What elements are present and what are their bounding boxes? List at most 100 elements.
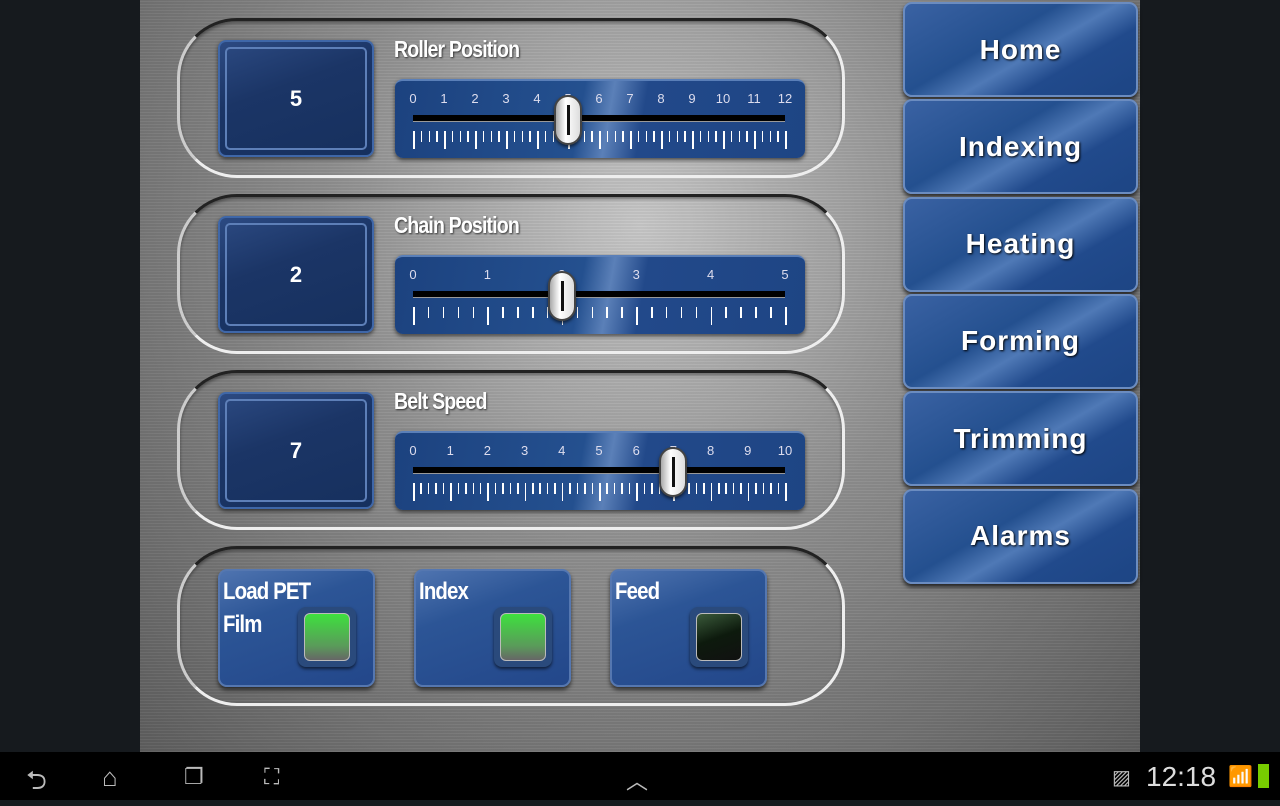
minor-tick	[482, 131, 485, 142]
minor-tick	[621, 483, 623, 494]
minor-tick	[457, 307, 460, 318]
major-tick	[487, 307, 489, 325]
tick-label: 2	[471, 91, 479, 106]
major-tick	[450, 483, 452, 501]
minor-tick	[738, 131, 740, 142]
tick-label: 6	[632, 443, 640, 458]
tick-label: 10	[777, 443, 793, 458]
minor-tick	[777, 131, 779, 142]
tick-label: 1	[446, 443, 454, 458]
minor-tick	[569, 483, 571, 494]
tick-label: 0	[409, 267, 417, 282]
up-chevron-icon[interactable]: ︿	[626, 764, 648, 796]
toggle-button[interactable]: Index	[414, 569, 571, 687]
minor-tick	[740, 307, 742, 318]
minor-tick	[651, 483, 653, 494]
minor-tick	[613, 483, 616, 494]
nav-button-heating[interactable]: Heating	[903, 196, 1138, 292]
slider[interactable]: 012345	[395, 255, 805, 334]
minor-tick	[479, 483, 482, 494]
tick-label: 11	[747, 91, 761, 106]
major-tick	[636, 483, 638, 501]
minor-tick	[770, 307, 772, 318]
recent-apps-icon[interactable]: ❐	[184, 764, 204, 790]
minor-tick	[665, 307, 668, 318]
major-tick	[444, 131, 446, 149]
tick-label: 9	[744, 443, 752, 458]
major-tick	[413, 131, 415, 149]
minor-tick	[622, 131, 624, 142]
gallery-icon: ▨	[1112, 767, 1131, 789]
slider-track[interactable]	[413, 115, 785, 122]
back-icon[interactable]: ⮌	[26, 762, 47, 806]
minor-tick	[502, 307, 504, 318]
system-nav-bar: ⮌ ⌂ ❐ ⛶ ︿ ▨ 12:18 📶	[0, 752, 1280, 800]
wifi-icon: 📶	[1228, 766, 1253, 788]
slider-thumb[interactable]	[547, 271, 576, 321]
minor-tick	[703, 483, 705, 494]
clock: 12:18	[1146, 761, 1217, 792]
minor-tick	[746, 131, 748, 142]
minor-tick	[546, 483, 549, 494]
value-display[interactable]: 5	[218, 40, 374, 157]
indicator-light	[690, 607, 748, 667]
slider[interactable]: 0123456789101112	[395, 79, 805, 158]
major-tick	[599, 483, 601, 501]
minor-tick	[668, 131, 671, 142]
minor-tick	[436, 131, 438, 142]
minor-tick	[502, 483, 504, 494]
major-tick	[524, 483, 527, 501]
minor-tick	[688, 483, 690, 494]
minor-tick	[428, 131, 430, 142]
toggle-button[interactable]: Load PET Film	[218, 569, 375, 687]
slider-thumb[interactable]	[659, 447, 688, 497]
tick-label: 1	[483, 267, 492, 282]
minor-tick	[427, 307, 430, 318]
home-icon[interactable]: ⌂	[102, 762, 118, 793]
value-display[interactable]: 7	[218, 392, 374, 509]
toggle-button[interactable]: Feed	[610, 569, 767, 687]
minor-tick	[643, 483, 646, 494]
minor-tick	[532, 483, 534, 494]
value-display[interactable]: 2	[218, 216, 374, 333]
minor-tick	[442, 307, 445, 318]
tick-label: 7	[626, 91, 634, 106]
major-tick	[537, 131, 539, 149]
minor-tick	[420, 483, 422, 494]
minor-tick	[435, 483, 437, 494]
nav-button-home[interactable]: Home	[903, 2, 1138, 97]
tick-label: 3	[632, 267, 640, 282]
nav-button-trimming[interactable]: Trimming	[903, 391, 1138, 487]
minor-tick	[684, 131, 686, 142]
control-panel: 5 Roller Position 01234567891011122 Chai…	[140, 0, 1140, 752]
indicator-light	[494, 607, 552, 667]
minor-tick	[740, 483, 742, 494]
slider-track[interactable]	[413, 291, 785, 298]
screenshot-icon[interactable]: ⛶	[264, 764, 279, 790]
tick-label: 4	[558, 443, 566, 458]
nav-button-indexing[interactable]: Indexing	[903, 99, 1138, 195]
tick-label: 2	[483, 443, 492, 458]
major-tick	[785, 307, 787, 325]
minor-tick	[521, 131, 523, 142]
value-text: 7	[225, 399, 367, 502]
minor-tick	[645, 131, 647, 142]
minor-tick	[732, 483, 735, 494]
minor-tick	[695, 483, 698, 494]
minor-tick	[591, 307, 594, 318]
minor-tick	[498, 131, 500, 142]
slider-thumb[interactable]	[554, 95, 582, 145]
nav-button-alarms[interactable]: Alarms	[903, 488, 1138, 584]
nav-button-forming[interactable]: Forming	[903, 293, 1138, 389]
minor-tick	[451, 131, 454, 142]
minor-tick	[755, 483, 757, 494]
slider[interactable]: 012345678910	[395, 431, 805, 510]
major-tick	[710, 307, 713, 325]
minor-tick	[494, 483, 497, 494]
slider-group: 2 Chain Position 012345	[177, 194, 845, 354]
minor-tick	[427, 483, 430, 494]
major-tick	[747, 483, 750, 501]
minor-tick	[755, 307, 757, 318]
slider-track[interactable]	[413, 467, 785, 474]
slider-title: Roller Position	[394, 36, 520, 62]
